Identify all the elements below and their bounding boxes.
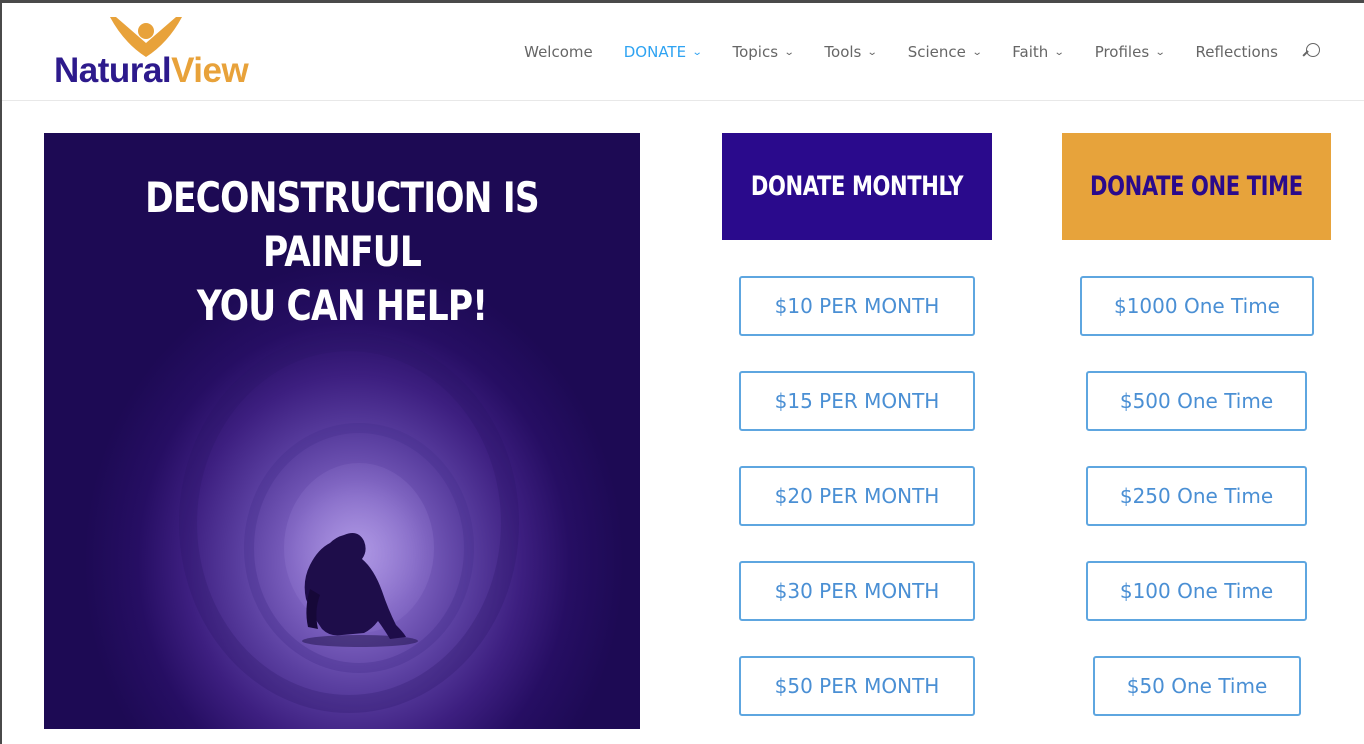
donate-monthly-heading[interactable]: DONATE MONTHLY — [722, 133, 992, 240]
donate-30-monthly-button[interactable]: $30 PER MONTH — [739, 561, 975, 621]
nav-item-topics[interactable]: Topics ⌄ — [732, 43, 795, 61]
donate-onetime-title: DONATE ONE TIME — [1090, 171, 1303, 202]
chevron-down-icon: ⌄ — [971, 46, 983, 58]
nav-label: Faith — [1012, 43, 1049, 61]
donate-100-onetime-button[interactable]: $100 One Time — [1086, 561, 1307, 621]
donate-monthly-title: DONATE MONTHLY — [750, 171, 964, 202]
donate-20-monthly-button[interactable]: $20 PER MONTH — [739, 466, 975, 526]
sitting-person-silhouette — [302, 533, 418, 647]
chevron-down-icon: ⌄ — [783, 46, 795, 58]
nav-item-welcome[interactable]: Welcome — [524, 43, 593, 61]
logo-word-natural: Natural — [54, 51, 172, 90]
chevron-down-icon: ⌄ — [691, 46, 703, 58]
nav-label: Profiles — [1094, 43, 1150, 61]
donate-15-monthly-button[interactable]: $15 PER MONTH — [739, 371, 975, 431]
nav-label: DONATE — [623, 43, 687, 61]
hero-heading-line2: YOU CAN HELP! — [196, 281, 488, 330]
donate-250-onetime-button[interactable]: $250 One Time — [1086, 466, 1307, 526]
hero-heading: DECONSTRUCTION IS PAINFUL YOU CAN HELP! — [98, 171, 587, 333]
hero-image: DECONSTRUCTION IS PAINFUL YOU CAN HELP! — [44, 133, 640, 729]
donate-1000-onetime-button[interactable]: $1000 One Time — [1080, 276, 1314, 336]
donate-500-onetime-button[interactable]: $500 One Time — [1086, 371, 1307, 431]
nav-label: Tools — [824, 43, 862, 61]
donate-50-onetime-button[interactable]: $50 One Time — [1093, 656, 1301, 716]
nav-item-science[interactable]: Science ⌄ — [907, 43, 983, 61]
nav-item-reflections[interactable]: Reflections — [1196, 43, 1278, 61]
nav-item-donate[interactable]: DONATE ⌄ — [623, 43, 703, 61]
logo-wordmark: NaturalView — [54, 51, 249, 90]
chevron-down-icon: ⌄ — [867, 46, 879, 58]
logo-word-view: View — [171, 51, 249, 90]
nav-label: Reflections — [1195, 43, 1278, 61]
donate-50-monthly-button[interactable]: $50 PER MONTH — [739, 656, 975, 716]
nav-item-tools[interactable]: Tools ⌄ — [824, 43, 879, 61]
site-header: NaturalView Welcome DONATE ⌄ Topics ⌄ To… — [2, 3, 1364, 101]
nav-label: Welcome — [524, 43, 593, 61]
donate-10-monthly-button[interactable]: $10 PER MONTH — [739, 276, 975, 336]
hero-heading-line1: DECONSTRUCTION IS PAINFUL — [145, 173, 539, 276]
site-logo[interactable]: NaturalView — [54, 11, 274, 91]
nav-label: Topics — [732, 43, 779, 61]
chevron-down-icon: ⌄ — [1054, 46, 1065, 58]
donate-onetime-heading[interactable]: DONATE ONE TIME — [1062, 133, 1331, 240]
nav-item-profiles[interactable]: Profiles ⌄ — [1094, 43, 1166, 61]
main-nav: Welcome DONATE ⌄ Topics ⌄ Tools ⌄ Scienc… — [493, 43, 1320, 61]
nav-item-faith[interactable]: Faith ⌄ — [1012, 43, 1065, 61]
chevron-down-icon: ⌄ — [1154, 46, 1166, 58]
nav-label: Science — [907, 43, 966, 61]
search-icon[interactable] — [1302, 43, 1320, 61]
